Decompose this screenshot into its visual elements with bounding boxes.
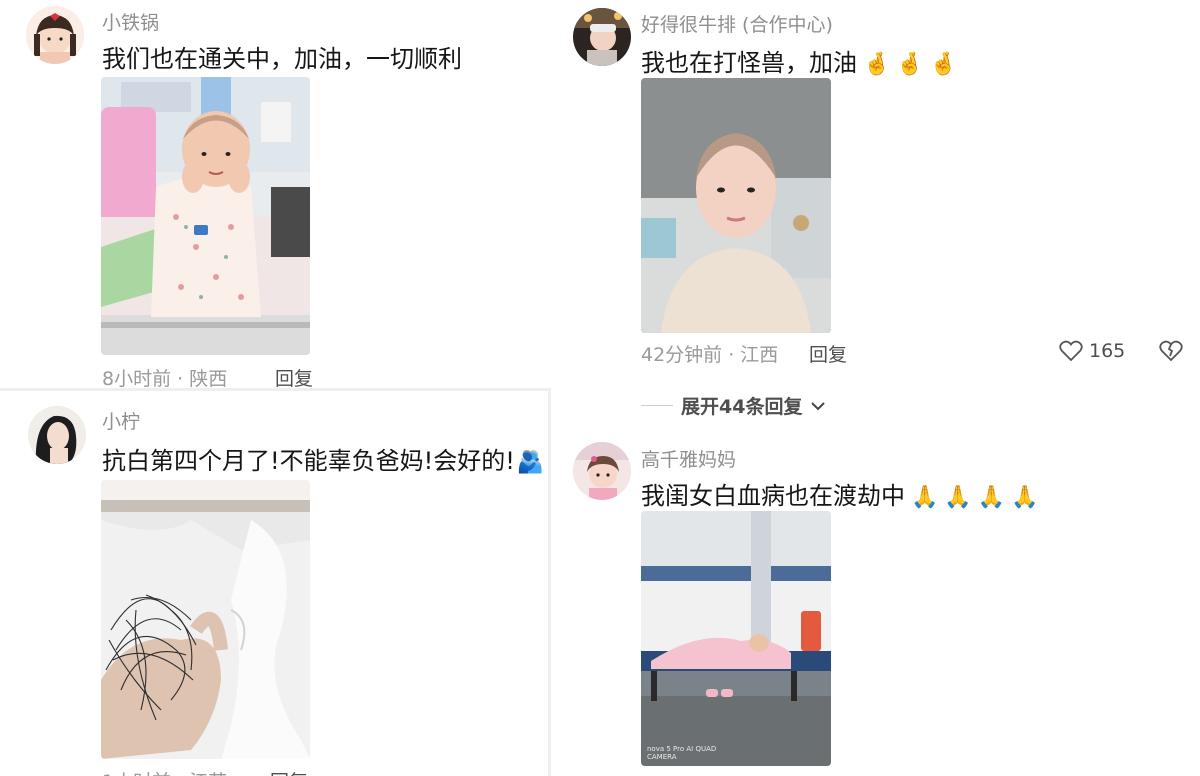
comment-text-body: 我闺女白血病也在渡劫中 [641, 482, 905, 510]
comment-text-body: 我也在打怪兽，加油 [641, 49, 857, 77]
like-button[interactable]: 165 [1059, 340, 1125, 362]
dislike-button[interactable] [1158, 340, 1184, 366]
comment-text: 我们也在通关中，加油，一切顺利 [102, 45, 462, 73]
pray-emoji: 🙏 [1011, 485, 1039, 510]
comment-card-2: 好得很牛排 (合作中心) 我也在打怪兽，加油 🤞 🤞 🤞 42分钟前 · 江西 回复 … [551, 0, 1200, 776]
comment-photo-hair-loss[interactable] [101, 480, 310, 759]
user-avatar[interactable] [573, 442, 631, 500]
expand-replies-button[interactable]: 展开44条回复 [641, 392, 826, 419]
comment-timestamp-location: 42分钟前 · 江西 [641, 344, 779, 366]
reply-button[interactable]: 回复 [270, 767, 308, 776]
comment-timestamp-location: 1小时前 · 江苏 [102, 767, 227, 776]
broken-heart-icon [1159, 340, 1183, 362]
camera-watermark: nova 5 Pro AI QUAD CAMERA [647, 745, 717, 761]
user-avatar[interactable] [28, 406, 86, 464]
divider-line [641, 405, 673, 406]
crossed-fingers-emoji: 🤞 [896, 52, 924, 77]
comment-text-body: 抗白第四个月了!不能辜负爸妈!会好的! [102, 447, 515, 475]
comment-photo-hospital-bench[interactable]: nova 5 Pro AI QUAD CAMERA [641, 511, 831, 766]
comment-timestamp-location: 8小时前 · 陕西 [102, 368, 228, 388]
comment-text: 抗白第四个月了!不能辜负爸妈!会好的!🫂 [102, 441, 544, 476]
username[interactable]: 小铁锅 [102, 8, 159, 35]
reply-button[interactable]: 回复 [809, 340, 847, 367]
reply-button[interactable]: 回复 [275, 364, 313, 388]
username[interactable]: 小柠 [102, 407, 140, 434]
like-count: 165 [1089, 340, 1126, 362]
user-avatar[interactable] [573, 8, 631, 66]
hug-emoji: 🫂 [516, 450, 545, 475]
username[interactable]: 高千雅妈妈 [641, 445, 736, 472]
heart-icon [1059, 340, 1083, 362]
comment-card-3: 小柠 抗白第四个月了!不能辜负爸妈!会好的!🫂 [0, 391, 548, 776]
pray-emoji: 🙏 [977, 485, 1006, 510]
username[interactable]: 好得很牛排 (合作中心) [641, 10, 833, 37]
expand-replies-label: 展开44条回复 [681, 396, 803, 418]
pray-emoji: 🙏 [911, 485, 939, 510]
comment-card-1: 小铁锅 我们也在通关中，加油，一切顺利 8小时前 · 陕西 回复 [0, 0, 548, 388]
user-avatar[interactable] [26, 6, 84, 64]
comment-photo-child-hospital[interactable] [101, 77, 310, 355]
crossed-fingers-emoji: 🤞 [863, 52, 891, 77]
comment-text: 我也在打怪兽，加油 🤞 🤞 🤞 [641, 43, 957, 78]
chevron-down-icon [811, 401, 826, 410]
comment-text: 我闺女白血病也在渡劫中 🙏 🙏 🙏 🙏 [641, 476, 1039, 511]
crossed-fingers-emoji: 🤞 [929, 52, 958, 77]
pray-emoji: 🙏 [944, 485, 972, 510]
comment-photo-selfie[interactable] [641, 78, 831, 333]
